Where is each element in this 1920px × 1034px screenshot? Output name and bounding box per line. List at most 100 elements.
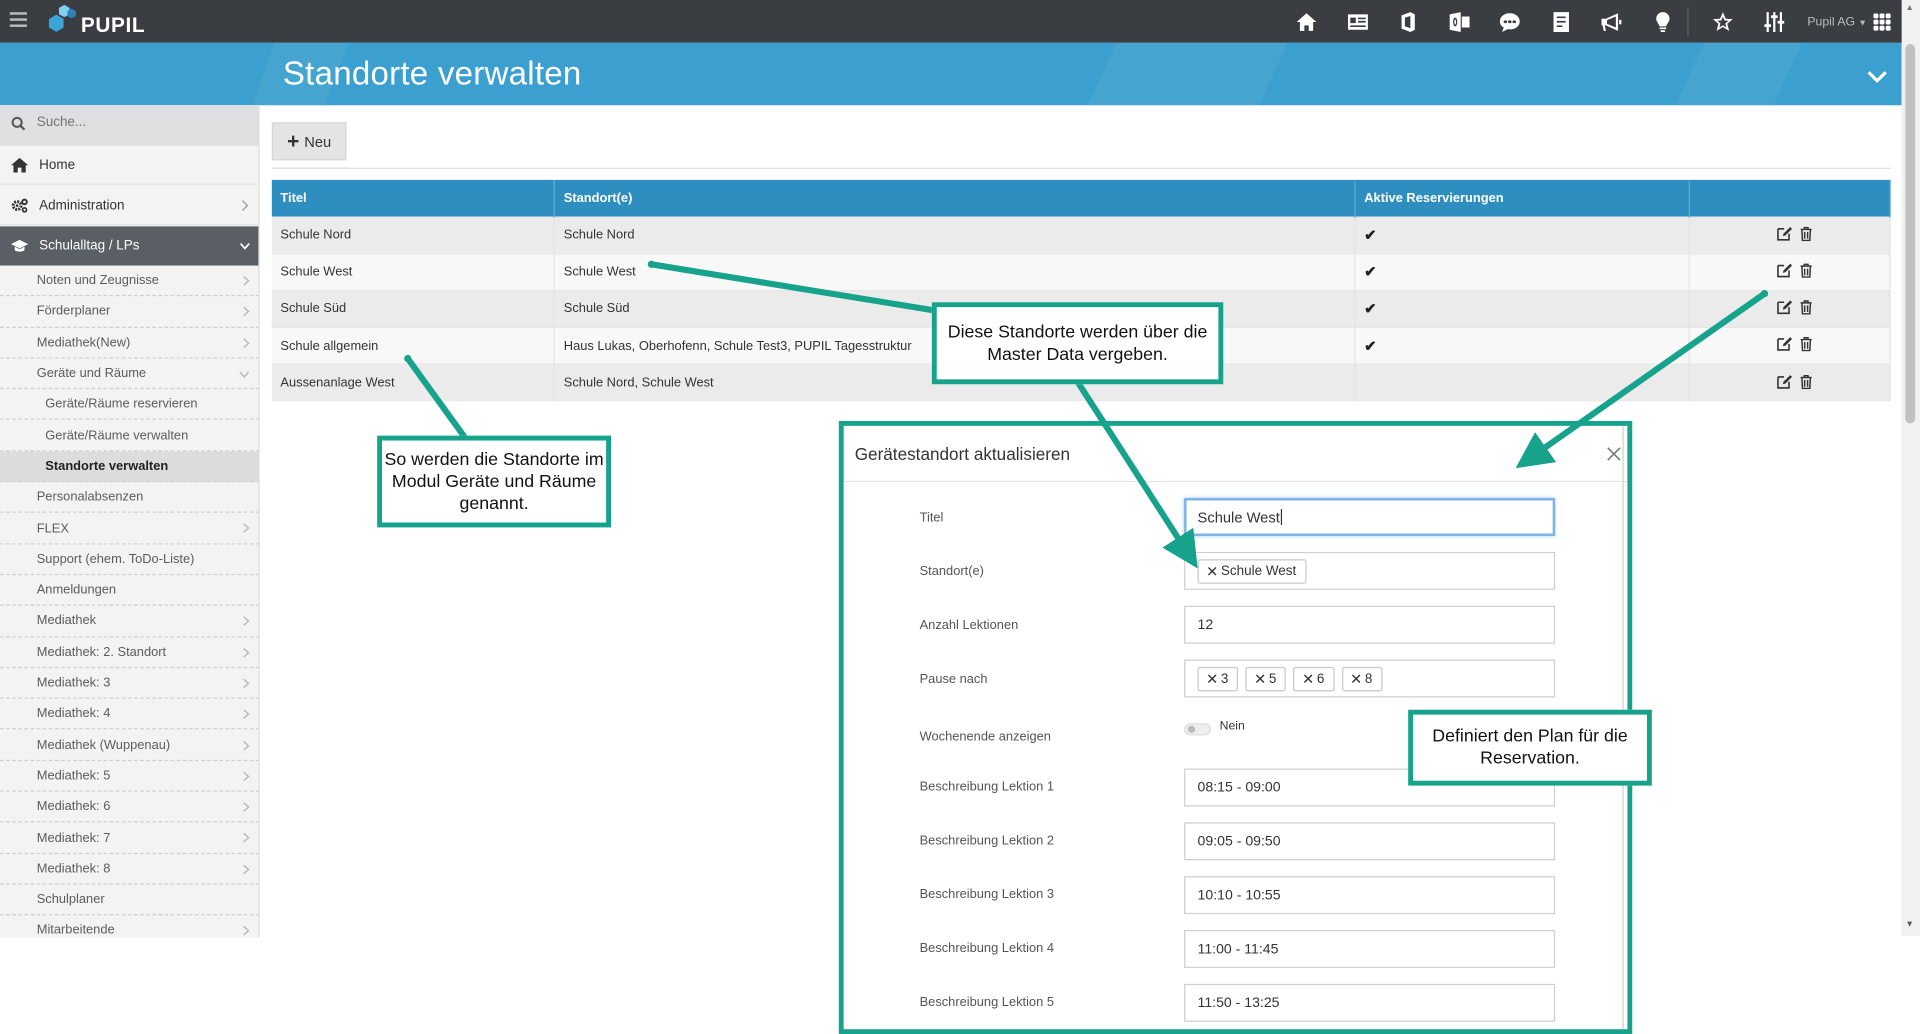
lektion-2-input[interactable]: 09:05 - 09:50 <box>1184 822 1556 861</box>
office-icon[interactable] <box>1393 9 1422 36</box>
table-row[interactable]: Schule Nord Schule Nord ✔ <box>271 215 1891 254</box>
sidebar-subitem-label: Support (ehem. ToDo-Liste) <box>36 551 195 567</box>
megaphone-icon[interactable] <box>1597 9 1626 36</box>
cell-standorte: Schule Nord <box>554 215 1356 254</box>
sidebar-subitem[interactable]: Schulplaner <box>0 885 259 916</box>
titel-input[interactable]: Schule West <box>1184 498 1556 536</box>
remove-tag-icon[interactable]: ✕ <box>1206 562 1218 579</box>
edit-icon[interactable] <box>1776 226 1792 244</box>
pause-nach-select[interactable]: ✕ 3 ✕ 5 ✕ 6 ✕ 8 <box>1184 659 1556 698</box>
sidebar-subitem[interactable]: Geräte/Räume verwalten <box>0 420 259 452</box>
sidebar-subitem-label: Mediathek: 4 <box>36 706 111 722</box>
tag-label: Schule West <box>1220 563 1297 579</box>
new-button[interactable]: + Neu <box>271 122 347 161</box>
scrollbar-thumb[interactable] <box>1905 44 1916 424</box>
field-label-titel: Titel <box>919 510 944 525</box>
sidebar-subitem[interactable]: Förderplaner <box>0 296 259 328</box>
sidebar-subitem[interactable]: Noten und Zeugnisse <box>0 266 259 297</box>
trash-icon[interactable] <box>1799 374 1812 392</box>
sidebar-subitem[interactable]: Support (ehem. ToDo-Liste) <box>0 544 259 576</box>
id-card-icon[interactable] <box>1343 9 1372 36</box>
sidebar-item-label: Schulalltag / LPs <box>39 238 140 254</box>
sidebar-subitem-label: Förderplaner <box>36 304 111 319</box>
sidebar-subitem[interactable]: Mitarbeitende <box>0 916 258 937</box>
lektion-3-input[interactable]: 10:10 - 10:55 <box>1184 876 1556 915</box>
trash-icon[interactable] <box>1799 263 1812 281</box>
remove-tag-icon[interactable]: ✕ <box>1302 670 1314 687</box>
sidebar-subitem[interactable]: Geräte und Räume <box>0 358 259 390</box>
selected-tag[interactable]: ✕ Schule West <box>1197 558 1307 584</box>
selected-tag[interactable]: ✕ 6 <box>1293 666 1335 691</box>
column-header-standorte[interactable]: Standort(e) <box>554 179 1356 217</box>
selected-tag[interactable]: ✕ 5 <box>1245 666 1287 691</box>
home-icon[interactable] <box>1292 9 1321 36</box>
search-icon <box>11 116 26 131</box>
sidebar-subitem[interactable]: Mediathek: 4 <box>0 699 259 730</box>
tag-label: 3 <box>1220 671 1229 686</box>
cell-titel: Schule Süd <box>271 289 556 328</box>
cell-aktive-reservierungen: ✔ <box>1355 252 1690 291</box>
sidebar-item-label: Home <box>39 157 76 172</box>
sliders-icon[interactable] <box>1759 9 1788 36</box>
lightbulb-icon[interactable] <box>1648 9 1677 36</box>
edit-icon[interactable] <box>1776 300 1792 318</box>
pupil-logo[interactable]: PUPIL <box>48 4 145 38</box>
search-input[interactable] <box>36 115 245 130</box>
sidebar-subitem[interactable]: Mediathek: 5 <box>0 761 259 792</box>
trash-icon[interactable] <box>1799 300 1812 318</box>
sidebar-subitem[interactable]: Mediathek: 7 <box>0 823 259 854</box>
scroll-up-arrow-icon[interactable]: ▲ <box>1905 4 1913 13</box>
chat-icon[interactable] <box>1495 9 1524 36</box>
sidebar-item-administration[interactable]: Administration <box>0 186 259 226</box>
anzahl-lektionen-input[interactable]: 12 <box>1184 605 1556 644</box>
remove-tag-icon[interactable]: ✕ <box>1350 670 1362 687</box>
sidebar-subitem[interactable]: Anmeldungen <box>0 575 259 607</box>
document-icon[interactable] <box>1546 9 1575 36</box>
sidebar-subitem[interactable]: Mediathek (Wuppenau) <box>0 730 259 761</box>
trash-icon[interactable] <box>1799 226 1812 244</box>
remove-tag-icon[interactable]: ✕ <box>1254 670 1266 687</box>
lektion-5-input[interactable]: 11:50 - 13:25 <box>1184 983 1556 1022</box>
app-grid-icon[interactable] <box>1873 13 1891 31</box>
column-header-titel[interactable]: Titel <box>271 179 556 217</box>
hamburger-menu-icon[interactable] <box>9 12 27 29</box>
scroll-down-arrow-icon[interactable]: ▼ <box>1905 920 1913 929</box>
sidebar-subitem[interactable]: Mediathek: 6 <box>0 792 259 823</box>
sidebar-subitem[interactable]: Personalabsenzen <box>0 482 259 514</box>
sidebar-subitem[interactable]: Mediathek(New) <box>0 327 259 359</box>
chevron-right-icon <box>241 200 249 212</box>
sidebar-subitem[interactable]: Mediathek <box>0 606 259 638</box>
sidebar-item-home[interactable]: Home <box>0 146 259 185</box>
sidebar-item-schulalltag[interactable]: Schulalltag / LPs <box>0 226 259 266</box>
remove-tag-icon[interactable]: ✕ <box>1206 670 1218 687</box>
standorte-select[interactable]: ✕ Schule West <box>1184 551 1556 590</box>
collapse-header-chevron-icon[interactable] <box>1866 67 1888 84</box>
sidebar-subitem[interactable]: FLEX <box>0 513 259 545</box>
edit-icon[interactable] <box>1776 337 1792 355</box>
close-icon[interactable] <box>1607 447 1622 462</box>
sidebar-subitem[interactable]: Mediathek: 2. Standort <box>0 637 259 669</box>
chevron-right-icon <box>243 276 250 286</box>
star-icon[interactable] <box>1708 9 1737 36</box>
edit-icon[interactable] <box>1776 374 1792 392</box>
trash-icon[interactable] <box>1799 337 1812 355</box>
edit-icon[interactable] <box>1776 263 1792 281</box>
selected-tag[interactable]: ✕ 8 <box>1341 666 1383 691</box>
sidebar-subitem[interactable]: Mediathek: 3 <box>0 668 259 699</box>
column-header-aktive-reservierungen[interactable]: Aktive Reservierungen <box>1355 179 1690 217</box>
lektion-4-input[interactable]: 11:00 - 11:45 <box>1184 930 1556 968</box>
chevron-right-icon <box>243 833 250 843</box>
sidebar-subitem[interactable]: Mediathek: 8 <box>0 854 259 885</box>
selected-tag[interactable]: ✕ 3 <box>1197 666 1239 691</box>
table-row[interactable]: Schule West Schule West ✔ <box>271 252 1891 291</box>
sidebar-subitem[interactable]: Geräte/Räume reservieren <box>0 389 259 421</box>
sidebar-subitem-active[interactable]: Standorte verwalten <box>0 451 259 483</box>
company-dropdown[interactable]: Pupil AG ▼ <box>1807 16 1867 29</box>
sidebar-subitem-label: Noten und Zeugnisse <box>36 273 159 288</box>
sidebar-subitem-label: Geräte/Räume reservieren <box>45 396 198 412</box>
outlook-icon[interactable] <box>1444 9 1473 36</box>
wochenende-toggle[interactable] <box>1184 723 1212 736</box>
toolbar-divider <box>271 167 1891 169</box>
sidebar-subitem-label: Geräte und Räume <box>36 365 147 381</box>
cell-actions <box>1689 326 1891 365</box>
